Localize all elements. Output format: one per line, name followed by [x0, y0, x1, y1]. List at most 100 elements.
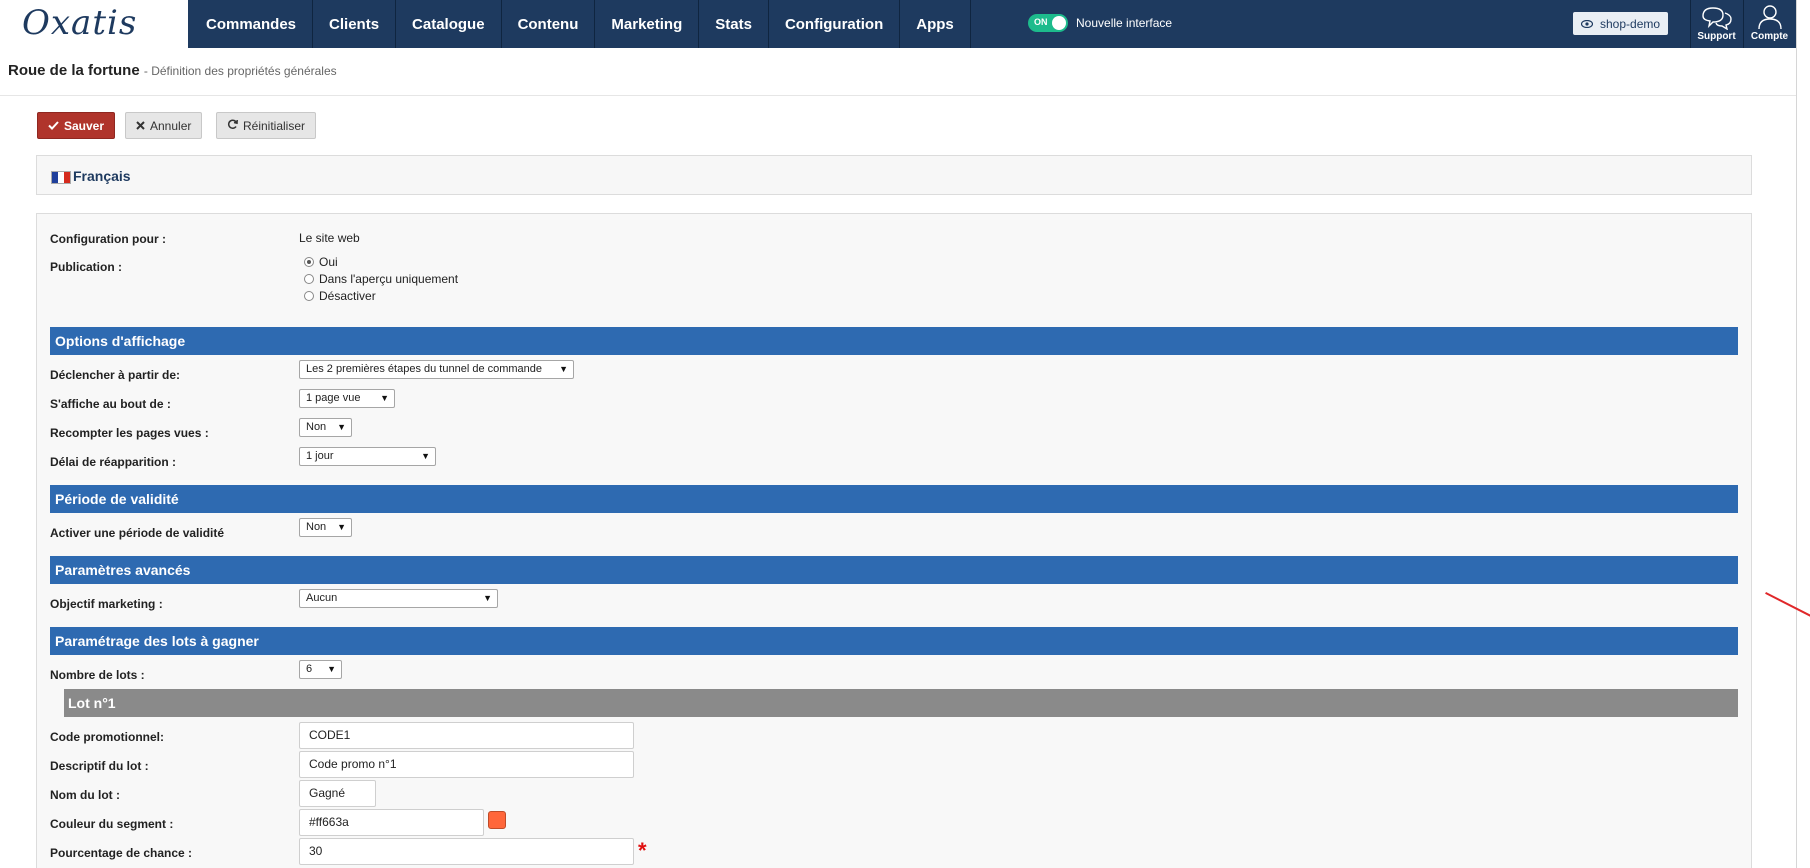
logo-area[interactable]: Oxatis	[0, 0, 188, 48]
form-panel	[36, 213, 1752, 868]
lot-description-input[interactable]: Code promo n°1	[299, 751, 634, 778]
toggle-label: Nouvelle interface	[1076, 16, 1173, 30]
page-title-text: Roue de la fortune	[8, 62, 140, 79]
lot-count-select[interactable]: 6 ▼	[299, 660, 342, 679]
account-label: Compte	[1750, 31, 1789, 42]
nav-item-marketing[interactable]: Marketing	[595, 0, 700, 48]
promo-code-input[interactable]: CODE1	[299, 722, 634, 749]
page-title: Roue de la fortune - Définition des prop…	[8, 62, 337, 79]
scrollbar-track[interactable]	[1796, 0, 1797, 868]
chat-bubbles-icon	[1691, 4, 1742, 30]
nav-item-stats[interactable]: Stats	[699, 0, 769, 48]
section-validity-period: Période de validité	[50, 485, 1738, 513]
trigger-value: Les 2 premières étapes du tunnel de comm…	[306, 363, 543, 375]
lot-name-input[interactable]: Gagné	[299, 780, 376, 807]
segment-color-input[interactable]: #ff663a	[299, 809, 484, 836]
user-icon	[1744, 4, 1795, 30]
publication-option-label: Désactiver	[319, 289, 376, 303]
top-navigation-bar: Oxatis Commandes Clients Catalogue Conte…	[0, 0, 1796, 48]
french-flag-icon	[51, 171, 71, 184]
publication-option-disable[interactable]: Désactiver	[304, 289, 376, 303]
radio-unchecked[interactable]	[304, 291, 314, 301]
lot-1-header: Lot n°1	[64, 689, 1738, 717]
nav-item-commandes[interactable]: Commandes	[190, 0, 314, 48]
close-icon	[136, 119, 145, 133]
lot-count-label: Nombre de lots :	[50, 668, 145, 682]
toggle-knob	[1052, 16, 1066, 30]
reappear-select[interactable]: 1 jour ▼	[299, 447, 436, 466]
cancel-button[interactable]: Annuler	[125, 112, 203, 139]
publication-label: Publication :	[50, 260, 122, 274]
save-button[interactable]: Sauver	[37, 112, 116, 139]
color-picker-swatch[interactable]	[488, 811, 506, 829]
nav-item-apps[interactable]: Apps	[900, 0, 971, 48]
cancel-label: Annuler	[150, 118, 192, 133]
main-nav: Commandes Clients Catalogue Contenu Mark…	[190, 0, 971, 48]
validity-value: Non	[306, 521, 327, 533]
validity-select[interactable]: Non ▼	[299, 518, 352, 537]
trigger-label: Déclencher à partir de:	[50, 368, 181, 382]
publication-option-yes[interactable]: Oui	[304, 255, 338, 269]
reappear-label: Délai de réapparition :	[50, 455, 177, 469]
refresh-icon	[227, 119, 238, 133]
dropdown-arrow-icon: ▼	[327, 664, 336, 674]
toggle-switch[interactable]: ON	[1028, 14, 1068, 32]
radio-unchecked[interactable]	[304, 274, 314, 284]
section-display-options: Options d'affichage	[50, 327, 1738, 355]
annotation-line	[1765, 592, 1810, 619]
reset-label: Réinitialiser	[243, 118, 306, 133]
publication-option-preview[interactable]: Dans l'aperçu uniquement	[304, 272, 458, 286]
oxatis-logo: Oxatis	[22, 3, 138, 43]
recount-label: Recompter les pages vues :	[50, 426, 209, 440]
marketing-goal-select[interactable]: Aucun ▼	[299, 589, 498, 608]
eye-icon	[1580, 17, 1594, 31]
nav-item-configuration[interactable]: Configuration	[769, 0, 901, 48]
save-label: Sauver	[64, 118, 105, 133]
recount-select[interactable]: Non ▼	[299, 418, 352, 437]
trigger-select[interactable]: Les 2 premières étapes du tunnel de comm…	[299, 360, 574, 379]
dropdown-arrow-icon: ▼	[337, 422, 346, 432]
dropdown-arrow-icon: ▼	[559, 364, 568, 374]
reappear-value: 1 jour	[306, 450, 334, 462]
publication-option-label: Dans l'aperçu uniquement	[319, 272, 459, 286]
dropdown-arrow-icon: ▼	[483, 593, 492, 603]
show-after-select[interactable]: 1 page vue ▼	[299, 389, 395, 408]
dropdown-arrow-icon: ▼	[380, 393, 389, 403]
nav-item-clients[interactable]: Clients	[313, 0, 397, 48]
config-label: Configuration pour :	[50, 232, 166, 246]
lot-count-value: 6	[306, 663, 313, 675]
account-button[interactable]: Compte	[1743, 0, 1795, 48]
chance-input[interactable]: 30	[299, 838, 634, 865]
new-interface-toggle[interactable]: ON Nouvelle interface	[1028, 14, 1172, 32]
segment-color-label: Couleur du segment :	[50, 817, 174, 831]
show-after-label: S'affiche au bout de :	[50, 397, 171, 411]
marketing-goal-value: Aucun	[306, 592, 338, 604]
recount-value: Non	[306, 421, 327, 433]
nav-item-catalogue[interactable]: Catalogue	[396, 0, 502, 48]
page-subtitle: - Définition des propriétés générales	[143, 64, 337, 78]
toggle-state: ON	[1034, 17, 1048, 27]
support-button[interactable]: Support	[1690, 0, 1742, 48]
chance-label: Pourcentage de chance :	[50, 846, 193, 860]
lot-name-label: Nom du lot :	[50, 788, 120, 802]
language-bar[interactable]: Français	[36, 155, 1752, 195]
language-label: Français	[73, 168, 131, 184]
promo-code-label: Code promotionnel:	[50, 730, 164, 744]
publication-option-label: Oui	[319, 255, 338, 269]
nav-item-contenu[interactable]: Contenu	[502, 0, 596, 48]
section-advanced-settings: Paramètres avancés	[50, 556, 1738, 584]
shop-demo-button[interactable]: shop-demo	[1573, 12, 1669, 35]
marketing-goal-label: Objectif marketing :	[50, 597, 163, 611]
support-label: Support	[1697, 31, 1736, 42]
radio-checked[interactable]	[304, 257, 314, 267]
section-lots-settings: Paramétrage des lots à gagner	[50, 627, 1738, 655]
show-after-value: 1 page vue	[306, 392, 361, 404]
lot-description-label: Descriptif du lot :	[50, 759, 149, 773]
required-asterisk: *	[638, 838, 647, 863]
check-icon	[48, 119, 59, 133]
shop-button-label: shop-demo	[1600, 16, 1661, 31]
dropdown-arrow-icon: ▼	[421, 451, 430, 461]
dropdown-arrow-icon: ▼	[337, 522, 346, 532]
config-value: Le site web	[299, 231, 360, 245]
reset-button[interactable]: Réinitialiser	[216, 112, 317, 139]
